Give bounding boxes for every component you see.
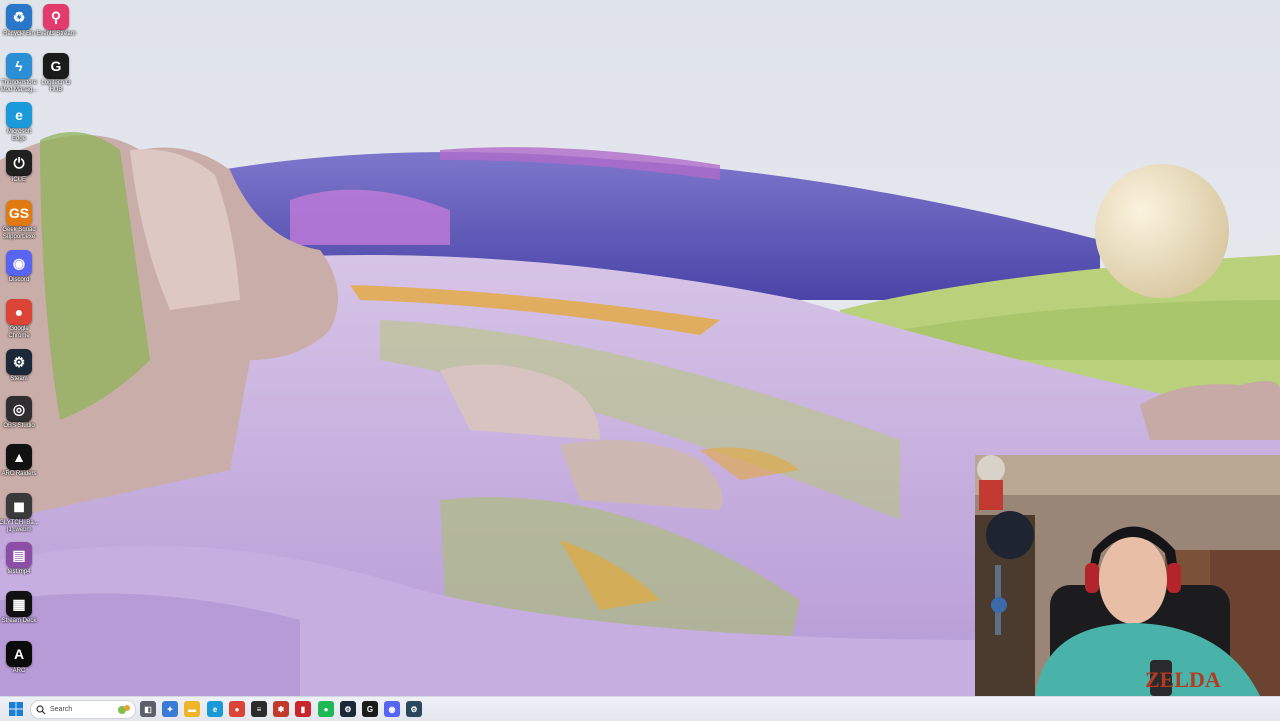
- obs-icon: ◎: [6, 396, 32, 422]
- desktop-icue-shortcut[interactable]: ⏻ iCUE: [0, 150, 39, 184]
- epic-games-icon[interactable]: ≡: [251, 701, 267, 717]
- webcam-overlay: ZELDA: [975, 455, 1280, 696]
- steam-icon: ⚙: [6, 349, 32, 375]
- file-explorer-icon[interactable]: ▬: [184, 701, 200, 717]
- desktop-glytch-shortcut[interactable]: ◼ GLYTCH_Ba... (1).webm: [0, 493, 39, 534]
- taskbar: Search ◧ ✦ ▬ e ● ≡ ✱ ▮ ● ⚙ G ◉ ⚙: [0, 696, 1280, 721]
- desktop-steam-shortcut[interactable]: ⚙ Steam: [0, 349, 39, 383]
- desktop-events-stream-shortcut[interactable]: ⚲ Events Stream: [36, 4, 76, 38]
- desktop-logitech-g-hub-shortcut[interactable]: G Logitech G HUB: [36, 53, 76, 94]
- desktop-icon-label: iCUE: [11, 177, 26, 183]
- file-icon: ▤: [6, 542, 32, 568]
- desktop-icon-label: ARC: [12, 668, 26, 674]
- desktop-recycle-bin-shortcut[interactable]: ♻ Recycle Bin: [0, 4, 39, 38]
- discord-taskbar-icon[interactable]: ◉: [384, 701, 400, 717]
- desktop-thunderstore-shortcut[interactable]: ϟ Thunderstore Mod Manag...: [0, 53, 39, 94]
- recycle-bin-icon: ♻: [6, 4, 32, 30]
- desktop-chrome-shortcut[interactable]: ● Google Chrome: [0, 299, 39, 340]
- steam-2-taskbar-icon[interactable]: ⚙: [406, 701, 422, 717]
- desktop-icon-label: Discord: [8, 277, 30, 283]
- desktop-stream-deck-shortcut[interactable]: ▦ Stream Deck: [0, 591, 39, 625]
- search-placeholder: Search: [50, 706, 73, 713]
- spotify-icon[interactable]: ●: [318, 701, 334, 717]
- desktop-icon-label: Stream Deck: [1, 618, 37, 624]
- desktop-obs-shortcut[interactable]: ◎ OBS Studio: [0, 396, 39, 430]
- stream-deck-icon: ▦: [6, 591, 32, 617]
- discord-icon: ◉: [6, 250, 32, 276]
- edge-taskbar-icon[interactable]: e: [207, 701, 223, 717]
- desktop-arc-shortcut[interactable]: A ARC: [0, 641, 39, 675]
- desktop-icon-label: ARC Raiders: [1, 471, 37, 477]
- copilot-icon[interactable]: ✦: [162, 701, 178, 717]
- logitech-g-hub-icon: G: [43, 53, 69, 79]
- search-highlight-icon: [118, 705, 130, 714]
- desktop-file-shortcut[interactable]: ▤ test.mp4: [0, 542, 39, 576]
- steam-taskbar-icon[interactable]: ⚙: [340, 701, 356, 717]
- spider-app-icon[interactable]: ✱: [273, 701, 289, 717]
- icue-icon: ⏻: [6, 150, 32, 176]
- desktop-icon-label: Steam: [10, 376, 28, 382]
- desktop-discord-shortcut[interactable]: ◉ Discord: [0, 250, 39, 284]
- webcam-feed-image: ZELDA: [975, 455, 1280, 696]
- shirt-text: ZELDA: [1145, 667, 1221, 692]
- desktop-icon-label: Recycle Bin: [3, 31, 35, 37]
- windows-start-icon[interactable]: [9, 702, 23, 716]
- thunderstore-icon: ϟ: [6, 53, 32, 79]
- glytch-icon: ◼: [6, 493, 32, 519]
- desktop-icon-label: Thunderstore Mod Manag...: [0, 80, 38, 93]
- task-view-icon[interactable]: ◧: [140, 701, 156, 717]
- desktop-geek-squad-shortcut[interactable]: GS Geek Squad Support.exe: [0, 200, 39, 241]
- arc-icon: A: [6, 641, 32, 667]
- desktop-icon-label: GLYTCH_Ba... (1).webm: [0, 520, 39, 533]
- desktop-icon-label: Events Stream: [36, 31, 76, 37]
- desktop-edge-shortcut[interactable]: e Microsoft Edge: [0, 102, 39, 143]
- taskbar-search-box[interactable]: Search: [30, 700, 136, 719]
- g-hub-taskbar-icon[interactable]: G: [362, 701, 378, 717]
- chrome-taskbar-icon[interactable]: ●: [229, 701, 245, 717]
- events-stream-icon: ⚲: [43, 4, 69, 30]
- search-icon: [36, 704, 46, 714]
- desktop-icon-label: OBS Studio: [3, 423, 35, 429]
- chrome-icon: ●: [6, 299, 32, 325]
- edge-icon: e: [6, 102, 32, 128]
- app-red-icon[interactable]: ▮: [295, 701, 311, 717]
- desktop-icon-label: Geek Squad Support.exe: [2, 227, 36, 240]
- arc-raiders-icon: ▲: [6, 444, 32, 470]
- desktop-icon-label: Microsoft Edge: [6, 129, 32, 142]
- desktop-icon-label: test.mp4: [7, 569, 31, 575]
- desktop-arc-raiders-shortcut[interactable]: ▲ ARC Raiders: [0, 444, 39, 478]
- geek-squad-icon: GS: [6, 200, 32, 226]
- desktop-icon-label: Logitech G HUB: [41, 80, 71, 93]
- desktop-icon-label: Google Chrome: [8, 326, 30, 339]
